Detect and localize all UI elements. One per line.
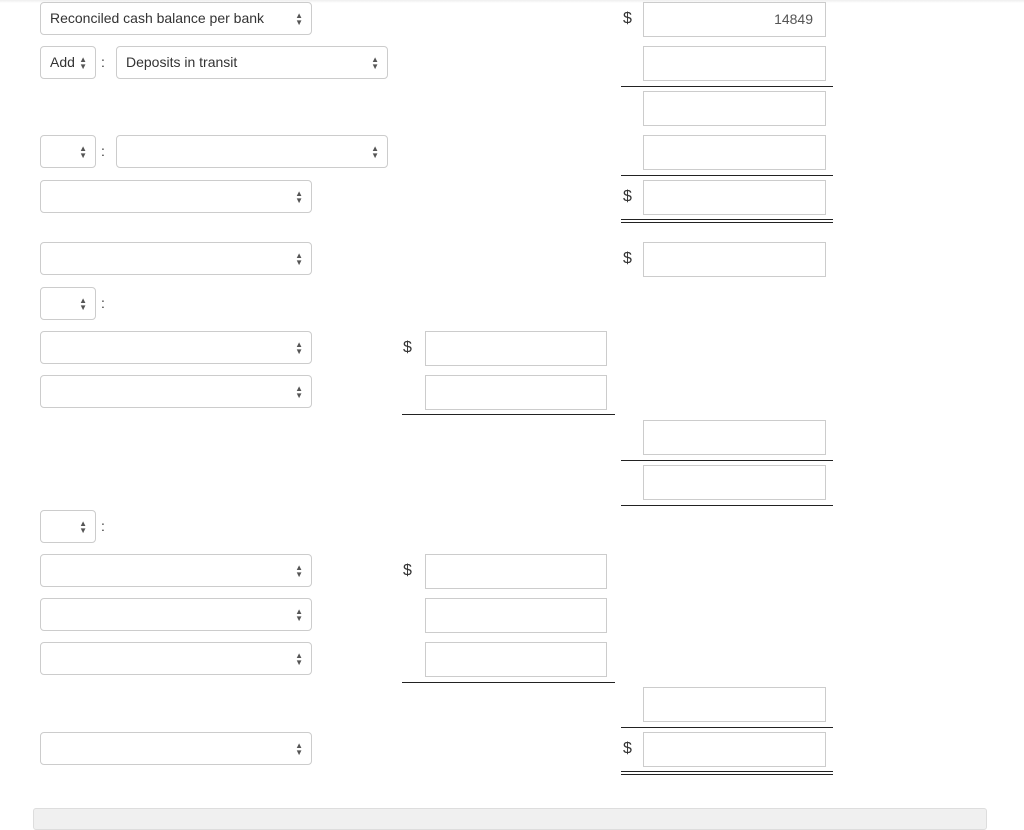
- updown-arrow-icon: ▲ ▼: [371, 144, 379, 160]
- total-double-line: [621, 219, 833, 223]
- subtotal-line: [402, 414, 615, 415]
- updown-arrow-icon: ▲ ▼: [295, 651, 303, 667]
- dollar-sign: $: [623, 250, 632, 267]
- updown-arrow-icon: ▲ ▼: [295, 251, 303, 267]
- updown-arrow-icon: ▲ ▼: [79, 519, 87, 535]
- line-item-select[interactable]: ▲ ▼: [40, 554, 312, 587]
- select-value: Add: [50, 54, 75, 70]
- amount-input[interactable]: [425, 642, 607, 677]
- line-item-select[interactable]: ▲ ▼: [40, 242, 312, 275]
- amount-input[interactable]: [425, 554, 607, 589]
- dollar-sign: $: [403, 562, 412, 579]
- add-less-select[interactable]: ▲ ▼: [40, 510, 96, 543]
- updown-arrow-icon: ▲ ▼: [79, 296, 87, 312]
- amount-input[interactable]: [643, 135, 826, 170]
- bottom-panel: [33, 808, 987, 830]
- colon: :: [101, 143, 105, 159]
- amount-input[interactable]: [643, 242, 826, 277]
- updown-arrow-icon: ▲ ▼: [79, 144, 87, 160]
- subtotal-line: [621, 175, 833, 176]
- add-less-select[interactable]: Add ▲ ▼: [40, 46, 96, 79]
- amount-input[interactable]: [643, 180, 826, 215]
- amount-input[interactable]: [643, 46, 826, 81]
- amount-input[interactable]: 14849: [643, 2, 826, 37]
- amount-input[interactable]: [425, 375, 607, 410]
- updown-arrow-icon: ▲ ▼: [371, 55, 379, 71]
- subtotal-line: [402, 682, 615, 683]
- subtotal-line: [621, 727, 833, 728]
- subtotal-line: [621, 460, 833, 461]
- line-item-select[interactable]: ▲ ▼: [40, 180, 312, 213]
- updown-arrow-icon: ▲ ▼: [295, 563, 303, 579]
- updown-arrow-icon: ▲ ▼: [295, 340, 303, 356]
- updown-arrow-icon: ▲ ▼: [79, 55, 87, 71]
- dollar-sign: $: [623, 188, 632, 205]
- amount-input[interactable]: [643, 465, 826, 500]
- select-value: Deposits in transit: [126, 54, 238, 70]
- amount-value: 14849: [774, 11, 813, 27]
- updown-arrow-icon: ▲ ▼: [295, 741, 303, 757]
- amount-input[interactable]: [643, 420, 826, 455]
- line-item-select[interactable]: Reconciled cash balance per bank ▲ ▼: [40, 2, 312, 35]
- line-item-select[interactable]: ▲ ▼: [40, 331, 312, 364]
- line-item-select[interactable]: ▲ ▼: [40, 732, 312, 765]
- dollar-sign: $: [623, 10, 632, 27]
- colon: :: [101, 54, 105, 70]
- add-less-select[interactable]: ▲ ▼: [40, 287, 96, 320]
- colon: :: [101, 295, 105, 311]
- colon: :: [101, 518, 105, 534]
- line-item-select[interactable]: ▲ ▼: [40, 642, 312, 675]
- amount-input[interactable]: [425, 331, 607, 366]
- subtotal-line: [621, 505, 833, 506]
- add-less-select[interactable]: ▲ ▼: [40, 135, 96, 168]
- amount-input[interactable]: [425, 598, 607, 633]
- updown-arrow-icon: ▲ ▼: [295, 11, 303, 27]
- updown-arrow-icon: ▲ ▼: [295, 384, 303, 400]
- updown-arrow-icon: ▲ ▼: [295, 607, 303, 623]
- line-item-select[interactable]: ▲ ▼: [116, 135, 388, 168]
- amount-input[interactable]: [643, 732, 826, 767]
- total-double-line: [621, 771, 833, 775]
- line-item-select[interactable]: Deposits in transit ▲ ▼: [116, 46, 388, 79]
- line-item-select[interactable]: ▲ ▼: [40, 598, 312, 631]
- dollar-sign: $: [403, 339, 412, 356]
- amount-input[interactable]: [643, 91, 826, 126]
- amount-input[interactable]: [643, 687, 826, 722]
- dollar-sign: $: [623, 740, 632, 757]
- updown-arrow-icon: ▲ ▼: [295, 189, 303, 205]
- subtotal-line: [621, 86, 833, 87]
- select-value: Reconciled cash balance per bank: [50, 10, 265, 26]
- line-item-select[interactable]: ▲ ▼: [40, 375, 312, 408]
